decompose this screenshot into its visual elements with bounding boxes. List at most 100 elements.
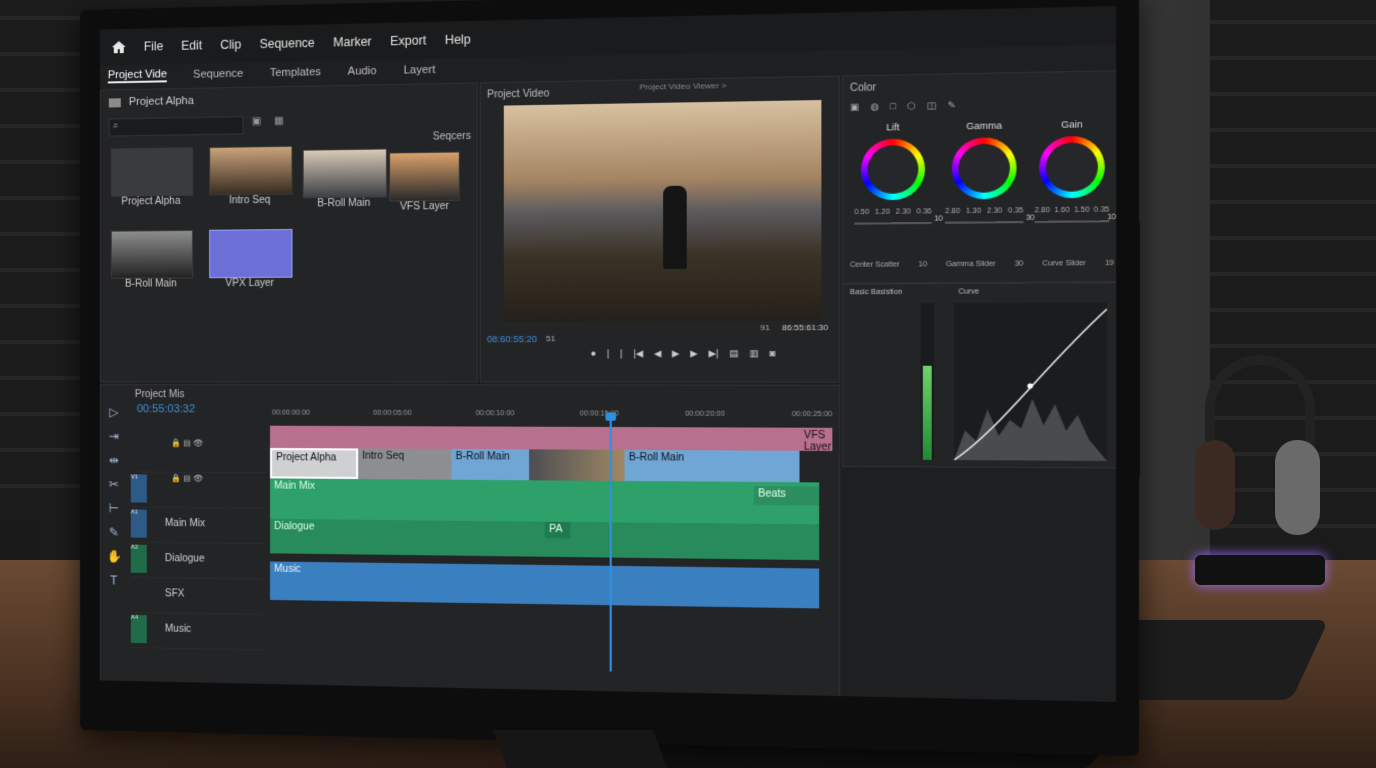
menu-help[interactable]: Help bbox=[445, 32, 471, 47]
timeline-clip[interactable]: VFS Layer bbox=[799, 427, 833, 451]
gamma-slider[interactable]: 30 bbox=[945, 214, 1035, 224]
cube-icon[interactable]: ◫ bbox=[927, 100, 936, 112]
gain-value[interactable]: 0.35 bbox=[1094, 206, 1109, 214]
timeline-clip[interactable]: Intro Seq bbox=[358, 448, 452, 480]
timeline-clip[interactable]: Music bbox=[270, 561, 820, 609]
gamma-color-wheel[interactable] bbox=[951, 137, 1017, 200]
gain-value[interactable]: 1.60 bbox=[1054, 207, 1069, 215]
playhead-handle-icon[interactable] bbox=[605, 412, 617, 421]
project-item[interactable]: B-Roll Main bbox=[110, 229, 201, 290]
lift-value[interactable]: 0.36 bbox=[917, 208, 932, 216]
track-id-badge[interactable]: V1 bbox=[130, 474, 147, 503]
tab-layer[interactable]: Layert bbox=[404, 64, 436, 77]
selection-tool-icon[interactable]: ▷ bbox=[107, 405, 121, 419]
gamma-value[interactable]: 2.80 bbox=[945, 208, 960, 216]
timeline-clip[interactable]: Main Mix bbox=[270, 478, 820, 525]
gain-color-wheel[interactable] bbox=[1039, 135, 1105, 199]
center-scatter-value[interactable]: 10 bbox=[918, 261, 927, 268]
lift-value[interactable]: 1.20 bbox=[875, 209, 890, 217]
lift-value[interactable]: 0.50 bbox=[854, 209, 869, 217]
menu-edit[interactable]: Edit bbox=[181, 38, 202, 53]
gamma-value[interactable]: 1.30 bbox=[966, 208, 981, 216]
hand-tool-icon[interactable]: ✋ bbox=[107, 549, 122, 563]
go-to-in-icon[interactable]: |◀ bbox=[633, 348, 643, 359]
scope-icon[interactable]: ▣ bbox=[850, 101, 859, 113]
level-meter bbox=[920, 303, 934, 460]
pen-tool-icon[interactable]: ✎ bbox=[107, 525, 121, 539]
lift-color-wheel[interactable] bbox=[860, 138, 926, 201]
gain-value[interactable]: 1.50 bbox=[1074, 206, 1089, 214]
mark-in-icon[interactable]: | bbox=[607, 348, 609, 359]
gamma-value[interactable]: 0.35 bbox=[1008, 207, 1023, 215]
curve-slider-label: Curve Slider bbox=[1042, 259, 1086, 268]
slip-tool-icon[interactable]: ⊢ bbox=[107, 501, 121, 515]
clip-thumbnail bbox=[110, 229, 194, 279]
project-item[interactable]: Intro Seq bbox=[209, 145, 300, 207]
gain-value[interactable]: 2.80 bbox=[1035, 207, 1050, 215]
gamma-value[interactable]: 2.30 bbox=[987, 207, 1002, 215]
project-item[interactable]: VPX Layer bbox=[209, 228, 300, 289]
grid-view-icon[interactable]: ▦ bbox=[274, 116, 284, 127]
insert-icon[interactable]: ▤ bbox=[729, 348, 738, 360]
menu-file[interactable]: File bbox=[144, 39, 163, 53]
track-id-badge[interactable]: A4 bbox=[130, 614, 147, 644]
gain-label: Gain bbox=[1061, 118, 1083, 130]
timeline-title: Project Mis bbox=[134, 389, 185, 401]
menu-marker[interactable]: Marker bbox=[333, 34, 371, 49]
type-tool-icon[interactable]: T bbox=[107, 573, 121, 587]
program-viewer-panel: Project Video Project Video Viewer > 08:… bbox=[479, 75, 841, 383]
lift-slider-value: 10 bbox=[934, 215, 943, 223]
track-id-badge[interactable]: A1 bbox=[130, 509, 147, 538]
pen-icon[interactable]: ✎ bbox=[948, 100, 956, 112]
wheel-icon[interactable]: ◍ bbox=[870, 101, 879, 113]
project-item[interactable]: VFS Layer bbox=[389, 151, 476, 213]
square-icon[interactable]: □ bbox=[890, 101, 896, 113]
go-to-out-icon[interactable]: ▶| bbox=[708, 348, 718, 359]
timeline-timecode[interactable]: 00:55:03:32 bbox=[137, 403, 195, 415]
viewer-zoom[interactable]: 51 bbox=[546, 334, 555, 343]
level-meter-fill bbox=[922, 365, 932, 460]
new-folder-icon[interactable]: ▣ bbox=[252, 116, 262, 127]
project-item[interactable]: Project Alpha bbox=[110, 147, 201, 208]
marker-icon[interactable]: ● bbox=[590, 348, 596, 359]
timeline-clips-area[interactable]: Project Alpha Intro Seq B-Roll Main B-Ro… bbox=[270, 412, 835, 691]
track-select-icon[interactable]: ⇥ bbox=[107, 429, 121, 443]
tab-templates[interactable]: Templates bbox=[270, 66, 321, 79]
curve-graph[interactable] bbox=[954, 302, 1107, 461]
tab-sequence[interactable]: Sequence bbox=[193, 68, 243, 81]
export-frame-icon[interactable]: ◙ bbox=[769, 348, 775, 360]
menu-clip[interactable]: Clip bbox=[220, 37, 241, 52]
timeline-clip[interactable]: B-Roll Main bbox=[624, 449, 800, 483]
timeline-clip[interactable]: Beats bbox=[753, 486, 820, 506]
lift-slider[interactable]: 10 bbox=[854, 215, 943, 225]
track-id-badge[interactable]: A2 bbox=[130, 544, 147, 573]
project-search-input[interactable]: ⌕ bbox=[108, 116, 244, 137]
project-item[interactable]: B-Roll Main bbox=[302, 148, 396, 209]
play-icon[interactable]: ▶ bbox=[672, 348, 679, 359]
razor-tool-icon[interactable]: ✂ bbox=[107, 477, 121, 491]
lift-value[interactable]: 2.30 bbox=[896, 208, 911, 216]
step-back-icon[interactable]: ◀ bbox=[654, 348, 661, 359]
timeline-ruler[interactable]: 00:00:00:00 00:00:05:00 00:00:10:00 00:0… bbox=[272, 410, 832, 419]
timeline-clip[interactable]: Project Alpha bbox=[270, 447, 359, 480]
ripple-edit-icon[interactable]: ⇹ bbox=[107, 453, 121, 467]
gain-slider[interactable]: 10 bbox=[1034, 214, 1116, 224]
lift-values: 0.50 1.20 2.30 0.36 bbox=[854, 208, 931, 216]
tab-audio[interactable]: Audio bbox=[348, 65, 377, 78]
project-item-label: VPX Layer bbox=[225, 277, 275, 290]
curve-slider-value[interactable]: 19 bbox=[1105, 260, 1114, 268]
overwrite-icon[interactable]: ▥ bbox=[749, 348, 758, 360]
timeline-clip[interactable]: PA bbox=[544, 521, 571, 539]
playhead[interactable] bbox=[605, 412, 617, 672]
menu-sequence[interactable]: Sequence bbox=[260, 36, 315, 51]
gamma-slider-field[interactable]: 30 bbox=[1015, 260, 1024, 268]
mark-out-icon[interactable]: | bbox=[620, 348, 623, 359]
adjustment-layer-clip[interactable] bbox=[270, 425, 820, 451]
curves-panel: Basic Basistion Curve bbox=[842, 282, 1117, 469]
home-icon[interactable] bbox=[111, 41, 126, 54]
tab-project-video[interactable]: Project Vide bbox=[107, 68, 167, 84]
menu-export[interactable]: Export bbox=[390, 33, 426, 48]
hex-icon[interactable]: ⬡ bbox=[907, 100, 916, 112]
step-forward-icon[interactable]: ▶ bbox=[690, 348, 697, 359]
timeline-clip[interactable]: B-Roll Main bbox=[451, 448, 530, 481]
